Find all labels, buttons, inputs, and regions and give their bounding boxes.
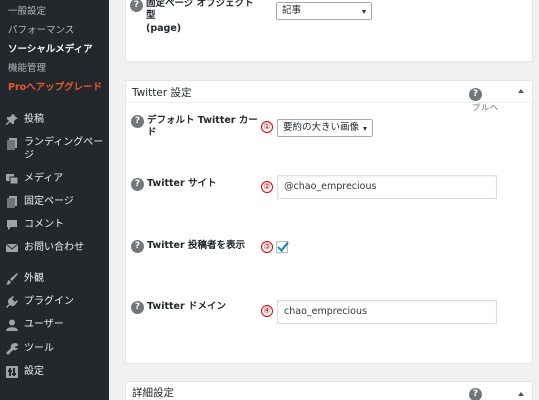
menu-tools[interactable]: ツール bbox=[0, 342, 109, 358]
field-label-default-card: デフォルト Twitter カー ド bbox=[147, 115, 258, 138]
help-question-icon[interactable]: ? bbox=[131, 178, 144, 191]
help-label: ヘルプ bbox=[470, 103, 498, 112]
help-question-icon[interactable]: ? bbox=[469, 388, 482, 400]
marker-3: ③ bbox=[261, 241, 273, 253]
main-content: ? 固定ページ オブジェクト 型 (page) 記事 Twitter 設定 ? … bbox=[109, 0, 539, 400]
comment-icon bbox=[6, 219, 18, 231]
chevron-down-icon bbox=[363, 127, 367, 131]
brush-icon bbox=[6, 273, 18, 285]
menu-posts[interactable]: 投稿 bbox=[0, 113, 109, 129]
submenu-performance[interactable]: パフォーマンス bbox=[8, 22, 74, 36]
page-object-type-select[interactable]: 記事 bbox=[276, 2, 372, 20]
menu-landing-pages[interactable]: ランディングペー ジ bbox=[0, 135, 109, 165]
submenu-features[interactable]: 機能管理 bbox=[8, 60, 46, 74]
collapse-arrow-icon[interactable] bbox=[518, 89, 524, 93]
field-label-twitter-domain: Twitter ドメイン bbox=[147, 301, 226, 312]
admin-sidebar: 一般設定 パフォーマンス ソーシャルメディア 機能管理 Proへアップグレード … bbox=[0, 0, 109, 400]
help-question-icon[interactable]: ? bbox=[131, 301, 144, 314]
menu-plugins[interactable]: プラグイン bbox=[0, 295, 109, 311]
settings-icon bbox=[6, 366, 18, 378]
marker-1: ① bbox=[261, 121, 273, 133]
twitter-domain-input[interactable]: chao_emprecious bbox=[277, 300, 497, 324]
pin-icon bbox=[6, 114, 18, 126]
help-question-icon[interactable]: ? bbox=[131, 115, 144, 128]
help-question-icon[interactable]: ? bbox=[131, 240, 144, 253]
twitter-settings-panel: Twitter 設定 ? ヘルプ ? デフォルト Twitter カー ド ① … bbox=[125, 80, 533, 364]
marker-4: ④ bbox=[261, 305, 273, 317]
show-author-checkbox[interactable] bbox=[276, 241, 289, 253]
help-question-icon: ? bbox=[469, 88, 482, 101]
submenu-social-media[interactable]: ソーシャルメディア bbox=[8, 41, 93, 55]
menu-contact[interactable]: お問い合わせ bbox=[0, 241, 109, 257]
menu-media[interactable]: メディア bbox=[0, 172, 109, 188]
og-settings-panel: ? 固定ページ オブジェクト 型 (page) 記事 bbox=[125, 0, 533, 62]
field-label-page-object-type: 固定ページ オブジェクト 型 (page) bbox=[146, 0, 254, 34]
user-icon bbox=[6, 319, 18, 331]
wrench-icon bbox=[6, 343, 18, 355]
menu-settings[interactable]: 設定 bbox=[0, 365, 109, 381]
menu-users[interactable]: ユーザー bbox=[0, 318, 109, 334]
submenu-pro-upgrade[interactable]: Proへアップグレード bbox=[8, 79, 102, 93]
field-label-show-author: Twitter 投稿者を表示 bbox=[147, 240, 245, 251]
panel-title: Twitter 設定 bbox=[132, 87, 192, 99]
twitter-site-input[interactable]: @chao_emprecious bbox=[277, 175, 497, 199]
field-label-twitter-site: Twitter サイト bbox=[147, 178, 217, 189]
marker-2: ② bbox=[261, 181, 273, 193]
mail-icon bbox=[6, 242, 18, 254]
checkmark-icon bbox=[277, 241, 289, 253]
collapse-arrow-icon[interactable] bbox=[518, 392, 524, 396]
menu-pages[interactable]: 固定ページ bbox=[0, 195, 109, 211]
pages-icon bbox=[6, 138, 18, 150]
help-question-icon[interactable]: ? bbox=[130, 0, 143, 12]
default-card-select[interactable]: 要約の大きい画像 bbox=[277, 119, 373, 137]
page-icon bbox=[6, 196, 18, 208]
menu-appearance[interactable]: 外観 bbox=[0, 272, 109, 288]
chevron-down-icon bbox=[362, 10, 366, 14]
plugin-icon bbox=[6, 296, 18, 308]
submenu-general[interactable]: 一般設定 bbox=[8, 3, 46, 17]
media-icon bbox=[6, 173, 18, 185]
panel-title: 詳細設定 bbox=[132, 387, 174, 399]
menu-comments[interactable]: コメント bbox=[0, 218, 109, 234]
detail-settings-panel: 詳細設定 ? bbox=[125, 381, 533, 400]
